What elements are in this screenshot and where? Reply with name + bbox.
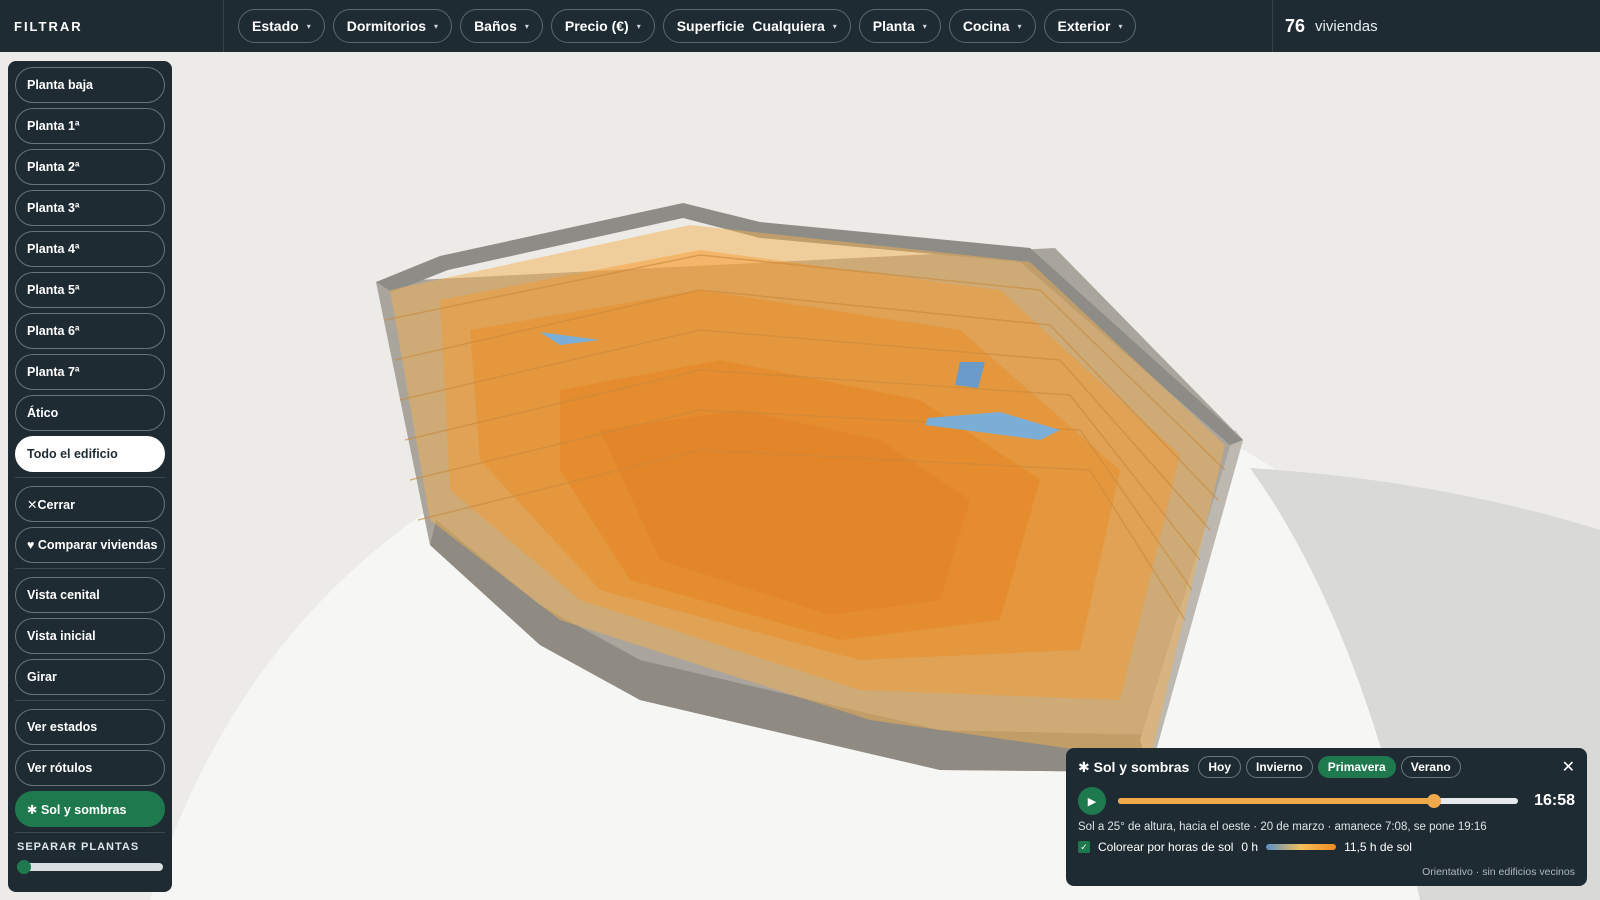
season-invierno[interactable]: Invierno bbox=[1246, 756, 1313, 778]
sidebar: Planta baja Planta 1ª Planta 2ª Planta 3… bbox=[8, 61, 172, 892]
floor-button-planta-4[interactable]: Planta 4ª bbox=[15, 231, 165, 267]
time-slider-knob[interactable] bbox=[1427, 794, 1441, 808]
floor-button-todo-el-edificio[interactable]: Todo el edificio bbox=[15, 436, 165, 472]
divider bbox=[15, 832, 165, 833]
close-button[interactable]: ✕Cerrar bbox=[15, 486, 165, 522]
floor-button-planta-2[interactable]: Planta 2ª bbox=[15, 149, 165, 185]
filter-exterior[interactable]: Exterior ▾ bbox=[1043, 9, 1137, 43]
floor-button-planta-7[interactable]: Planta 7ª bbox=[15, 354, 165, 390]
filter-chips: Estado ▾ Dormitorios ▾ Baños ▾ Precio (€) ▾ … bbox=[224, 0, 1137, 52]
results-label: viviendas bbox=[1315, 17, 1378, 35]
separate-floors-slider[interactable] bbox=[17, 860, 163, 874]
floor-button-planta-1[interactable]: Planta 1ª bbox=[15, 108, 165, 144]
legend-min: 0 h bbox=[1241, 840, 1259, 854]
time-readout: 16:58 bbox=[1534, 792, 1575, 809]
sun-panel: ✱ Sol y sombras Hoy Invierno Primavera V… bbox=[1066, 748, 1587, 886]
close-icon[interactable]: ✕ bbox=[1562, 757, 1575, 777]
chevron-down-icon: ▾ bbox=[434, 21, 439, 31]
show-labels-button[interactable]: Ver rótulos bbox=[15, 750, 165, 786]
floor-button-planta-6[interactable]: Planta 6ª bbox=[15, 313, 165, 349]
filter-estado[interactable]: Estado ▾ bbox=[238, 9, 325, 43]
show-states-button[interactable]: Ver estados bbox=[15, 709, 165, 745]
view-cenital-button[interactable]: Vista cenital bbox=[15, 577, 165, 613]
chevron-down-icon: ▾ bbox=[306, 21, 311, 31]
separate-floors-title: SEPARAR PLANTAS bbox=[17, 841, 140, 853]
filter-banos[interactable]: Baños ▾ bbox=[460, 9, 543, 43]
filter-superficie[interactable]: Superficie Cualquiera ▾ bbox=[662, 9, 851, 43]
filter-superficie-value: Cualquiera bbox=[752, 18, 825, 34]
floor-button-planta-5[interactable]: Planta 5ª bbox=[15, 272, 165, 308]
chevron-down-icon: ▾ bbox=[832, 21, 837, 31]
season-primavera[interactable]: Primavera bbox=[1317, 756, 1396, 778]
filter-planta[interactable]: Planta ▾ bbox=[858, 9, 941, 43]
chevron-down-icon: ▾ bbox=[922, 21, 927, 31]
sun-hours-gradient bbox=[1266, 844, 1337, 850]
chevron-down-icon: ▾ bbox=[636, 21, 641, 31]
filter-cocina[interactable]: Cocina ▾ bbox=[948, 9, 1036, 43]
legend-max: 11,5 h de sol bbox=[1344, 840, 1412, 854]
time-slider[interactable] bbox=[1118, 794, 1518, 808]
chevron-down-icon: ▾ bbox=[1118, 21, 1123, 31]
filter-bar: FILTRAR Estado ▾ Dormitorios ▾ Baños ▾ Prec… bbox=[0, 0, 1600, 52]
floor-button-planta-baja[interactable]: Planta baja bbox=[15, 67, 165, 103]
time-slider-fill bbox=[1118, 798, 1434, 804]
filter-precio[interactable]: Precio (€) ▾ bbox=[550, 9, 655, 43]
divider bbox=[15, 568, 165, 569]
sun-shadows-button[interactable]: ✱ Sol y sombras bbox=[15, 791, 165, 827]
season-hoy[interactable]: Hoy bbox=[1198, 756, 1241, 778]
sun-note: Orientativo · sin edificios vecinos bbox=[1422, 866, 1575, 878]
chevron-down-icon: ▾ bbox=[524, 21, 529, 31]
compare-button[interactable]: ♥ Comparar viviendas bbox=[15, 527, 165, 563]
play-icon[interactable]: ▶ bbox=[1078, 787, 1106, 815]
filter-title: FILTRAR bbox=[0, 0, 224, 52]
rotate-button[interactable]: Girar bbox=[15, 659, 165, 695]
sun-hours-checkbox[interactable]: ✓ bbox=[1078, 841, 1090, 853]
filter-dormitorios[interactable]: Dormitorios ▾ bbox=[332, 9, 453, 43]
season-verano[interactable]: Verano bbox=[1400, 756, 1461, 778]
divider bbox=[15, 700, 165, 701]
chevron-down-icon: ▾ bbox=[1017, 21, 1022, 31]
sun-hours-label: Colorear por horas de sol bbox=[1098, 840, 1234, 854]
separate-floors-slider-thumb[interactable] bbox=[17, 860, 31, 874]
results-number: 76 bbox=[1285, 15, 1306, 36]
divider bbox=[15, 477, 165, 478]
sun-description: Sol a 25° de altura, hacia el oeste · 20… bbox=[1078, 821, 1487, 833]
floor-button-planta-3[interactable]: Planta 3ª bbox=[15, 190, 165, 226]
floor-button-atico[interactable]: Ático bbox=[15, 395, 165, 431]
results-count: 76 viviendas bbox=[1272, 0, 1378, 52]
sun-panel-title: ✱ Sol y sombras bbox=[1078, 758, 1190, 775]
view-initial-button[interactable]: Vista inicial bbox=[15, 618, 165, 654]
